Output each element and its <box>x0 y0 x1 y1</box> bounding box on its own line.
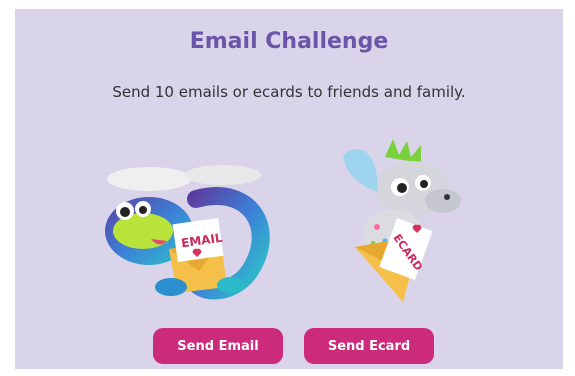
send-email-button[interactable]: Send Email <box>153 328 283 364</box>
email-dragon-illustration: EMAIL <box>105 165 270 300</box>
challenge-description: Send 10 emails or ecards to friends and … <box>112 83 466 101</box>
page-title: Email Challenge <box>189 29 389 54</box>
send-ecard-button[interactable]: Send Ecard <box>304 328 434 364</box>
challenge-card: Email Challenge Send 10 emails or ecards… <box>15 9 563 369</box>
ecard-critter-illustration: ECARD <box>343 139 461 302</box>
